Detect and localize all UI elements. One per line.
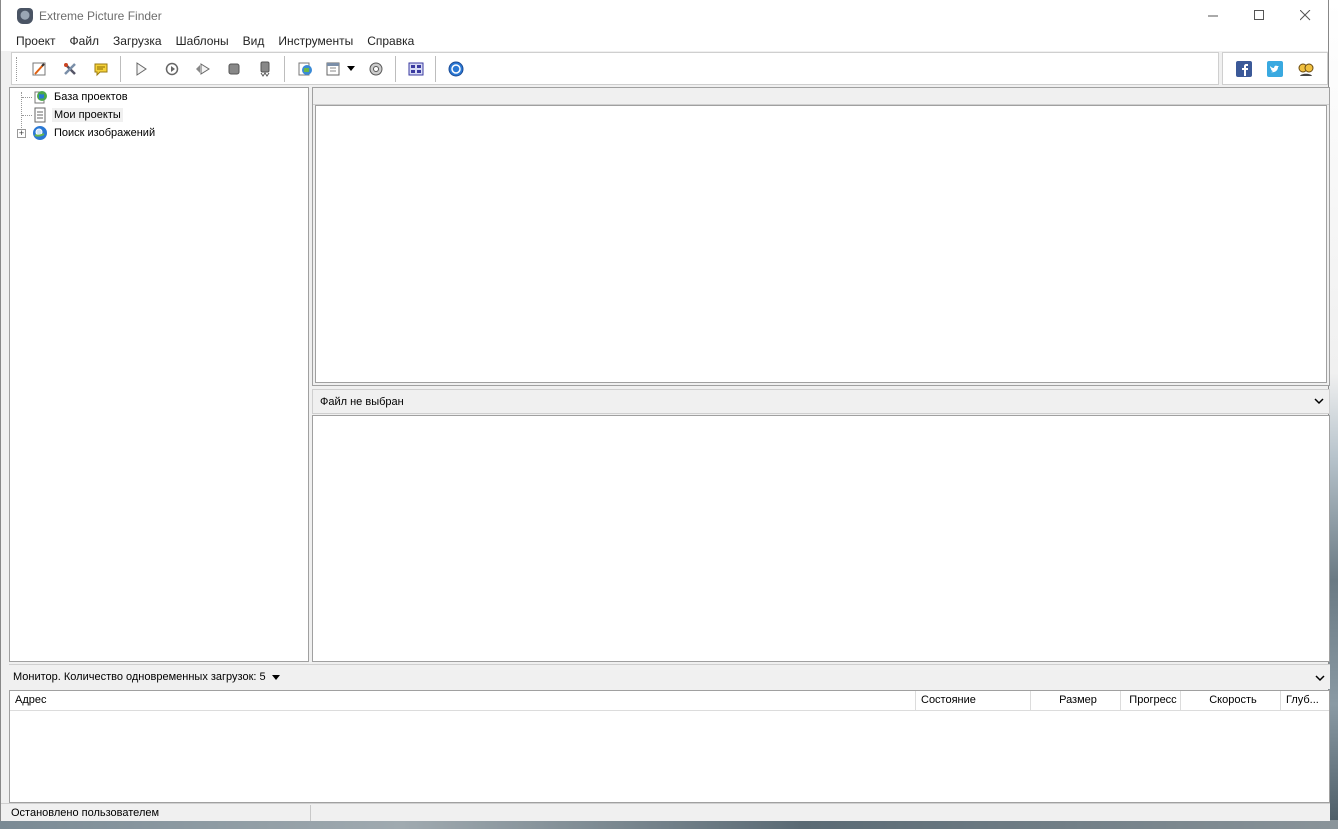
tree-item-project-database[interactable]: База проектов [32, 88, 130, 106]
file-selector[interactable]: Файл не выбран [312, 389, 1330, 414]
community-button[interactable] [1290, 55, 1321, 83]
tree-expand-toggle[interactable]: + [17, 129, 26, 138]
menu-view[interactable]: Вид [236, 31, 272, 51]
toolbar-separator [120, 55, 121, 82]
column-header-address[interactable]: Адрес [10, 691, 916, 710]
thumbnail-area[interactable] [315, 105, 1327, 383]
edit-project-icon [63, 62, 76, 75]
refresh-icon [165, 62, 178, 75]
menu-download[interactable]: Загрузка [106, 31, 169, 51]
collapse-monitor-icon[interactable] [1314, 672, 1326, 684]
maximize-button[interactable] [1236, 0, 1282, 31]
community-icon [1298, 63, 1314, 76]
column-header-depth[interactable]: Глуб... [1281, 691, 1329, 710]
thumbnails-button[interactable] [400, 55, 431, 83]
window-title: Extreme Picture Finder [39, 8, 162, 23]
new-project-button[interactable] [23, 55, 54, 83]
resume-icon [195, 62, 210, 75]
column-header-state[interactable]: Состояние [916, 691, 1031, 710]
stop-icon [228, 63, 239, 74]
social-toolbar [1222, 52, 1328, 85]
chevron-down-icon[interactable] [271, 674, 280, 680]
projects-icon [34, 107, 46, 123]
thumbnails-icon [408, 62, 423, 75]
menu-tools[interactable]: Инструменты [271, 31, 360, 51]
status-bar: Остановлено пользователем [1, 803, 1330, 821]
download-monitor-table: Адрес Состояние Размер Прогресс Скорость… [9, 690, 1330, 803]
app-logo-icon [17, 7, 33, 24]
toolbar-separator [395, 55, 396, 82]
chevron-down-icon[interactable] [1313, 395, 1325, 407]
title-bar[interactable]: Extreme Picture Finder [1, 0, 1328, 31]
menu-project[interactable]: Проект [9, 31, 63, 51]
minimize-icon [1207, 15, 1218, 17]
column-header-progress[interactable]: Прогресс [1121, 691, 1181, 710]
minimize-button[interactable] [1190, 0, 1236, 31]
toolbar-separator [435, 55, 436, 82]
stop-all-button[interactable] [249, 55, 280, 83]
comment-icon [94, 63, 107, 76]
view-mode-button[interactable] [320, 55, 360, 83]
settings-icon [369, 62, 382, 75]
view-mode-icon [326, 62, 340, 75]
column-header-speed[interactable]: Скорость [1181, 691, 1281, 710]
tree-item-label: Поиск изображений [54, 127, 156, 139]
start-button[interactable] [125, 55, 156, 83]
project-tree: База проектов Мои проекты + Поиск изобра… [9, 87, 309, 662]
thumbnail-panel-header [313, 88, 1329, 105]
preview-area[interactable] [312, 415, 1330, 662]
stop-all-icon [260, 61, 269, 77]
tree-item-label: База проектов [54, 91, 128, 103]
monitor-bar: Монитор. Количество одновременных загруз… [9, 664, 1330, 689]
facebook-icon [1236, 60, 1253, 77]
toolbar-grip[interactable] [16, 56, 19, 81]
resume-button[interactable] [187, 55, 218, 83]
globe-database-icon [34, 91, 47, 104]
twitter-icon [1267, 60, 1283, 77]
comment-button[interactable] [85, 55, 116, 83]
tree-item-image-search[interactable]: Поиск изображений [32, 124, 157, 142]
search-globe-icon [33, 126, 47, 140]
toolbar-separator [284, 55, 285, 82]
new-project-icon [32, 62, 45, 75]
chevron-down-icon[interactable] [347, 66, 355, 71]
menu-file[interactable]: Файл [63, 31, 107, 51]
main-toolbar [11, 52, 1219, 85]
facebook-button[interactable] [1229, 55, 1260, 83]
menu-bar: Проект Файл Загрузка Шаблоны Вид Инструм… [1, 31, 1328, 51]
close-icon [1299, 10, 1310, 21]
browser-icon [298, 62, 312, 75]
help-button[interactable] [440, 55, 471, 83]
column-header-size[interactable]: Размер [1031, 691, 1121, 710]
menu-templates[interactable]: Шаблоны [169, 31, 236, 51]
tree-item-my-projects[interactable]: Мои проекты [32, 106, 123, 124]
table-header: Адрес Состояние Размер Прогресс Скорость… [10, 691, 1329, 711]
file-selector-value: Файл не выбран [320, 395, 404, 408]
maximize-icon [1253, 10, 1264, 20]
browser-button[interactable] [289, 55, 320, 83]
close-button[interactable] [1282, 0, 1328, 31]
desktop-background-bottom [0, 820, 1338, 829]
settings-button[interactable] [360, 55, 391, 83]
stop-button[interactable] [218, 55, 249, 83]
tree-connector [22, 97, 32, 98]
status-text: Остановлено пользователем [1, 804, 311, 821]
thumbnail-panel [312, 87, 1330, 386]
tree-item-label: Мои проекты [52, 108, 123, 122]
tree-connector [22, 115, 32, 116]
refresh-button[interactable] [156, 55, 187, 83]
window-controls [1190, 0, 1328, 31]
twitter-button[interactable] [1260, 55, 1291, 83]
help-icon [448, 61, 463, 76]
start-icon [136, 61, 147, 76]
menu-help[interactable]: Справка [360, 31, 421, 51]
edit-project-button[interactable] [54, 55, 85, 83]
monitor-label[interactable]: Монитор. Количество одновременных загруз… [13, 671, 266, 683]
app-window: Extreme Picture Finder Проект Файл Загру… [0, 0, 1330, 821]
